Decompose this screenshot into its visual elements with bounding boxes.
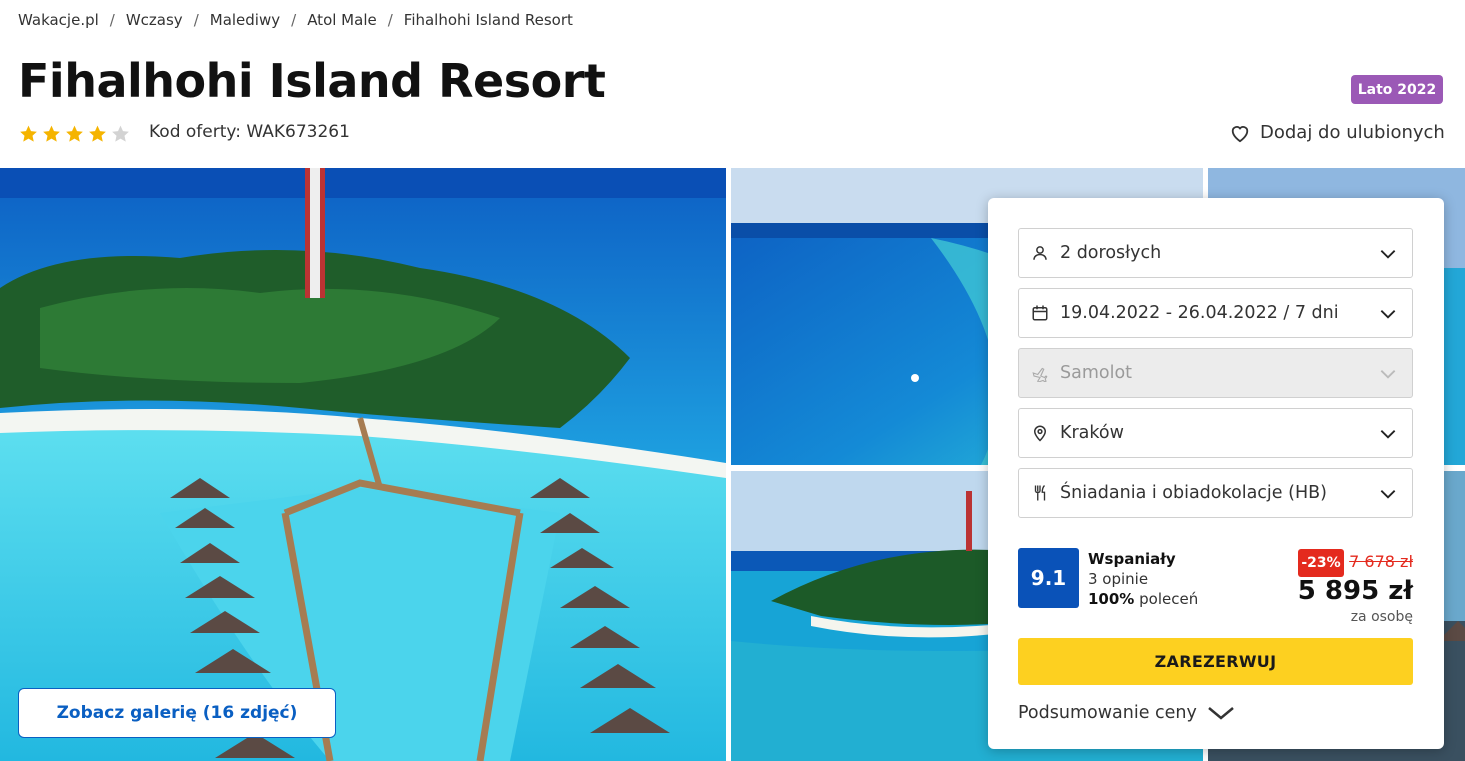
transport-value: Samolot (1060, 363, 1133, 383)
booking-panel: 2 dorosłych 19.04.2022 - 26.04.2022 / 7 … (988, 198, 1444, 749)
chevron-down-icon (1380, 490, 1396, 499)
page-title: Fihalhohi Island Resort (18, 54, 606, 108)
reviews-count[interactable]: 3 opinie (1088, 569, 1198, 589)
user-icon (1030, 243, 1050, 263)
star-icon (43, 125, 60, 142)
star-rating (18, 124, 131, 144)
breadcrumb: Wakacje.pl / Wczasy / Malediwy / Atol Ma… (18, 11, 573, 29)
star-icon (66, 125, 83, 142)
breadcrumb-separator: / (387, 11, 393, 29)
rating-score[interactable]: 9.1 (1018, 548, 1079, 608)
departure-value: Kraków (1060, 423, 1124, 443)
breadcrumb-separator: / (193, 11, 199, 29)
cutlery-icon (1030, 483, 1050, 503)
old-price: 7 678 zł (1349, 552, 1413, 571)
transport-select: Samolot (1018, 348, 1413, 398)
breadcrumb-separator: / (109, 11, 115, 29)
travelers-value: 2 dorosłych (1060, 243, 1162, 263)
travelers-select[interactable]: 2 dorosłych (1018, 228, 1413, 278)
dates-value: 19.04.2022 - 26.04.2022 / 7 dni (1060, 303, 1339, 323)
price-summary-toggle[interactable]: Podsumowanie ceny (1018, 703, 1235, 723)
chevron-down-icon (1380, 310, 1396, 319)
season-badge: Lato 2022 (1351, 75, 1443, 104)
offer-code: Kod oferty: WAK673261 (149, 122, 350, 142)
chevron-down-icon (1208, 707, 1234, 720)
breadcrumb-link-hotel[interactable]: Fihalhohi Island Resort (404, 11, 573, 29)
plane-icon (1030, 363, 1050, 383)
breadcrumb-link-wczasy[interactable]: Wczasy (126, 11, 183, 29)
rating-details: Wspaniały 3 opinie 100% poleceń (1088, 549, 1198, 609)
board-select[interactable]: Śniadania i obiadokolacje (HB) (1018, 468, 1413, 518)
favorites-label: Dodaj do ulubionych (1260, 122, 1445, 143)
recommend-percent: 100% (1088, 590, 1135, 608)
chevron-down-icon (1380, 370, 1396, 379)
star-icon (89, 125, 106, 142)
gallery-button[interactable]: Zobacz galerię (16 zdjęć) (18, 688, 336, 738)
breadcrumb-link-home[interactable]: Wakacje.pl (18, 11, 99, 29)
location-pin-icon (1030, 423, 1050, 443)
rating-label: Wspaniały (1088, 550, 1176, 568)
price-per-person-label: za osobę (1350, 609, 1413, 625)
price-summary-label: Podsumowanie ceny (1018, 703, 1197, 723)
dates-select[interactable]: 19.04.2022 - 26.04.2022 / 7 dni (1018, 288, 1413, 338)
star-empty-icon (112, 125, 129, 142)
chevron-down-icon (1380, 430, 1396, 439)
chevron-down-icon (1380, 250, 1396, 259)
recommendation: 100% poleceń (1088, 589, 1198, 609)
departure-select[interactable]: Kraków (1018, 408, 1413, 458)
add-to-favorites-button[interactable]: Dodaj do ulubionych (1229, 122, 1445, 143)
board-value: Śniadania i obiadokolacje (HB) (1060, 483, 1327, 503)
breadcrumb-separator: / (291, 11, 297, 29)
current-price: 5 895 zł (1297, 576, 1413, 606)
discount-badge: -23% (1298, 549, 1344, 577)
heart-icon (1231, 125, 1249, 142)
breadcrumb-link-country[interactable]: Malediwy (210, 11, 280, 29)
main-photo[interactable] (0, 168, 726, 761)
book-button[interactable]: ZAREZERWUJ (1018, 638, 1413, 685)
breadcrumb-link-region[interactable]: Atol Male (307, 11, 377, 29)
star-icon (20, 125, 37, 142)
calendar-icon (1030, 303, 1050, 323)
recommend-text: poleceń (1139, 590, 1199, 608)
